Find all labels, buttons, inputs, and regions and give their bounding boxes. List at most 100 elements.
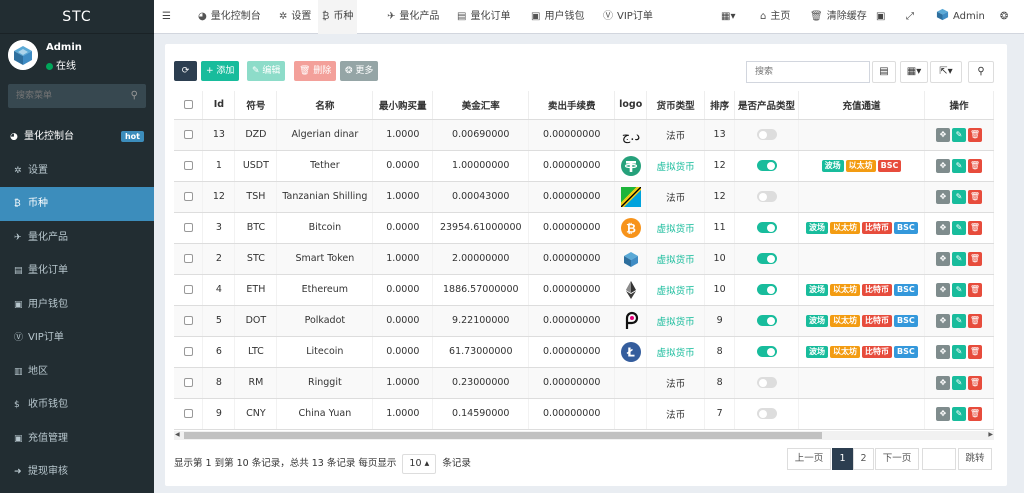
column-header[interactable]: 操作 xyxy=(924,91,994,120)
trash-icon[interactable]: 🗑 xyxy=(967,189,982,204)
horizontal-scrollbar[interactable]: ◀ ▶ xyxy=(174,431,994,440)
drag-icon[interactable]: ✥ xyxy=(935,406,950,421)
edit-icon[interactable]: ✎ xyxy=(951,375,966,390)
row-checkbox[interactable] xyxy=(183,285,193,294)
edit-icon[interactable]: ✎ xyxy=(951,406,966,421)
trash-icon[interactable]: 🗑 xyxy=(967,251,982,266)
admin-user-menu[interactable]: Admin xyxy=(936,0,985,34)
row-checkbox[interactable] xyxy=(183,409,193,418)
scroll-left-icon[interactable]: ◀ xyxy=(175,431,180,438)
table-search-input[interactable] xyxy=(746,61,870,83)
column-header[interactable]: 排序 xyxy=(704,91,736,120)
row-checkbox[interactable] xyxy=(183,161,193,170)
sidebar-item-3[interactable]: ✈ 量化产品 xyxy=(0,221,154,255)
edit-icon[interactable]: ✎ xyxy=(951,220,966,235)
edit-icon[interactable]: ✎ xyxy=(951,127,966,142)
next-page-button[interactable]: 下一页 xyxy=(875,448,919,470)
table-row[interactable]: 2 STC Smart Token 1.0000 2.00000000 0.0000000… xyxy=(174,243,994,275)
table-row[interactable]: 5 DOT Polkadot 0.0000 9.22100000 0.00000000 虚拟… xyxy=(174,305,994,337)
search-icon[interactable]: ⚲ xyxy=(131,90,138,101)
refresh-button[interactable]: ⟳ xyxy=(174,61,197,81)
trash-icon[interactable]: 🗑 xyxy=(967,127,982,142)
row-checkbox[interactable] xyxy=(183,130,193,139)
edit-icon[interactable]: ✎ xyxy=(951,313,966,328)
tab-3[interactable]: ✈ 量化产品 xyxy=(383,0,443,34)
sidebar-item-8[interactable]: $ 收币钱包 xyxy=(0,388,154,422)
settings-gear-icon[interactable]: ❂ xyxy=(1000,0,1008,34)
row-checkbox[interactable] xyxy=(183,378,193,387)
trash-icon[interactable]: 🗑 xyxy=(967,313,982,328)
drag-icon[interactable]: ✥ xyxy=(935,282,950,297)
drag-icon[interactable]: ✥ xyxy=(935,220,950,235)
add-button[interactable]: + 添加 xyxy=(201,61,240,81)
product-toggle[interactable] xyxy=(756,191,777,202)
column-header[interactable]: Id xyxy=(202,91,236,120)
sidebar-item-0[interactable]: ◕ 量化控制台 hot xyxy=(0,120,154,154)
scroll-right-icon[interactable]: ▶ xyxy=(988,431,993,438)
product-toggle[interactable] xyxy=(756,408,777,419)
product-toggle[interactable] xyxy=(756,377,777,388)
tab-5[interactable]: ▣ 用户钱包 xyxy=(527,0,588,34)
more-button[interactable]: ❂ 更多 xyxy=(340,61,379,81)
row-checkbox[interactable] xyxy=(183,223,193,232)
table-row[interactable]: 8 RM Ringgit 1.0000 0.23000000 0.00000000 法币 8 ✥… xyxy=(174,367,994,399)
sidebar-item-1[interactable]: ✲ 设置 xyxy=(0,154,154,188)
common-search-button[interactable]: ⚲ xyxy=(968,61,994,83)
edit-button[interactable]: ✎ 编辑 xyxy=(247,61,286,81)
sidebar-item-5[interactable]: ▣ 用户钱包 xyxy=(0,288,154,322)
product-toggle[interactable] xyxy=(756,284,777,295)
sidebar-item-7[interactable]: ▥ 地区 xyxy=(0,355,154,389)
table-row[interactable]: 6 LTC Litecoin 0.0000 61.73000000 0.00000000 Ł… xyxy=(174,336,994,368)
table-row[interactable]: 3 BTC Bitcoin 0.0000 23954.61000000 0.0000000… xyxy=(174,212,994,244)
column-header[interactable]: 名称 xyxy=(276,91,374,120)
drag-icon[interactable]: ✥ xyxy=(935,189,950,204)
product-toggle[interactable] xyxy=(756,129,777,140)
sidebar-item-2[interactable]: ₿ 币种 xyxy=(0,187,154,221)
table-row[interactable]: 9 CNY China Yuan 1.0000 0.14590000 0.00000000… xyxy=(174,398,994,430)
apps-dropdown-icon[interactable]: ▦▾ xyxy=(721,0,735,34)
column-header[interactable]: logo xyxy=(614,91,648,120)
product-toggle[interactable] xyxy=(756,222,777,233)
row-checkbox[interactable] xyxy=(183,347,193,356)
table-row[interactable]: 13 DZD Algerian dinar 1.0000 0.00690000 0.000… xyxy=(174,119,994,151)
column-header[interactable]: 是否产品类型 xyxy=(734,91,799,120)
product-toggle[interactable] xyxy=(756,160,777,171)
menu-search-input[interactable] xyxy=(8,84,146,108)
column-header[interactable]: 符号 xyxy=(234,91,278,120)
trash-icon[interactable]: 🗑 xyxy=(967,375,982,390)
sidebar-item-6[interactable]: Ⓥ VIP订单 xyxy=(0,321,154,355)
table-row[interactable]: 1 USDT Tether 0.0000 1.00000000 0.00000000 虚拟货… xyxy=(174,150,994,182)
drag-icon[interactable]: ✥ xyxy=(935,313,950,328)
table-row[interactable]: 4 ETH Ethereum 0.0000 1886.57000000 0.0000000… xyxy=(174,274,994,306)
fullscreen-icon[interactable]: ⤢ xyxy=(906,0,914,34)
page-size-dropdown[interactable]: 10 ▴ xyxy=(402,454,437,474)
page-1-button[interactable]: 1 xyxy=(832,448,853,470)
columns-button[interactable]: ▦▾ xyxy=(900,61,928,83)
brand-logo[interactable]: STC xyxy=(0,0,154,34)
sidebar-item-4[interactable]: ▤ 量化订单 xyxy=(0,254,154,288)
tab-4[interactable]: ▤ 量化订单 xyxy=(453,0,514,34)
delete-button[interactable]: 🗑 删除 xyxy=(294,61,337,81)
menu-toggle-icon[interactable]: ☰ xyxy=(162,0,171,34)
edit-icon[interactable]: ✎ xyxy=(951,282,966,297)
product-toggle[interactable] xyxy=(756,253,777,264)
table-row[interactable]: 12 TSH Tanzanian Shilling 1.0000 0.00043000 0… xyxy=(174,181,994,213)
tab-6[interactable]: Ⓥ VIP订单 xyxy=(599,0,657,34)
jump-button[interactable]: 跳转 xyxy=(958,448,992,470)
trash-icon[interactable]: 🗑 xyxy=(967,406,982,421)
export-button[interactable]: ⇱▾ xyxy=(930,61,962,83)
product-toggle[interactable] xyxy=(756,346,777,357)
drag-icon[interactable]: ✥ xyxy=(935,375,950,390)
edit-icon[interactable]: ✎ xyxy=(951,189,966,204)
jump-page-input[interactable] xyxy=(922,448,956,470)
edit-icon[interactable]: ✎ xyxy=(951,158,966,173)
edit-icon[interactable]: ✎ xyxy=(951,251,966,266)
drag-icon[interactable]: ✥ xyxy=(935,344,950,359)
sidebar-item-10[interactable]: ➜ 提现审核 xyxy=(0,455,154,489)
drag-icon[interactable]: ✥ xyxy=(935,158,950,173)
select-all-checkbox[interactable] xyxy=(183,100,193,110)
product-toggle[interactable] xyxy=(756,315,777,326)
drag-icon[interactable]: ✥ xyxy=(935,251,950,266)
column-header[interactable]: 最小购买量 xyxy=(372,91,434,120)
row-checkbox[interactable] xyxy=(183,192,193,201)
